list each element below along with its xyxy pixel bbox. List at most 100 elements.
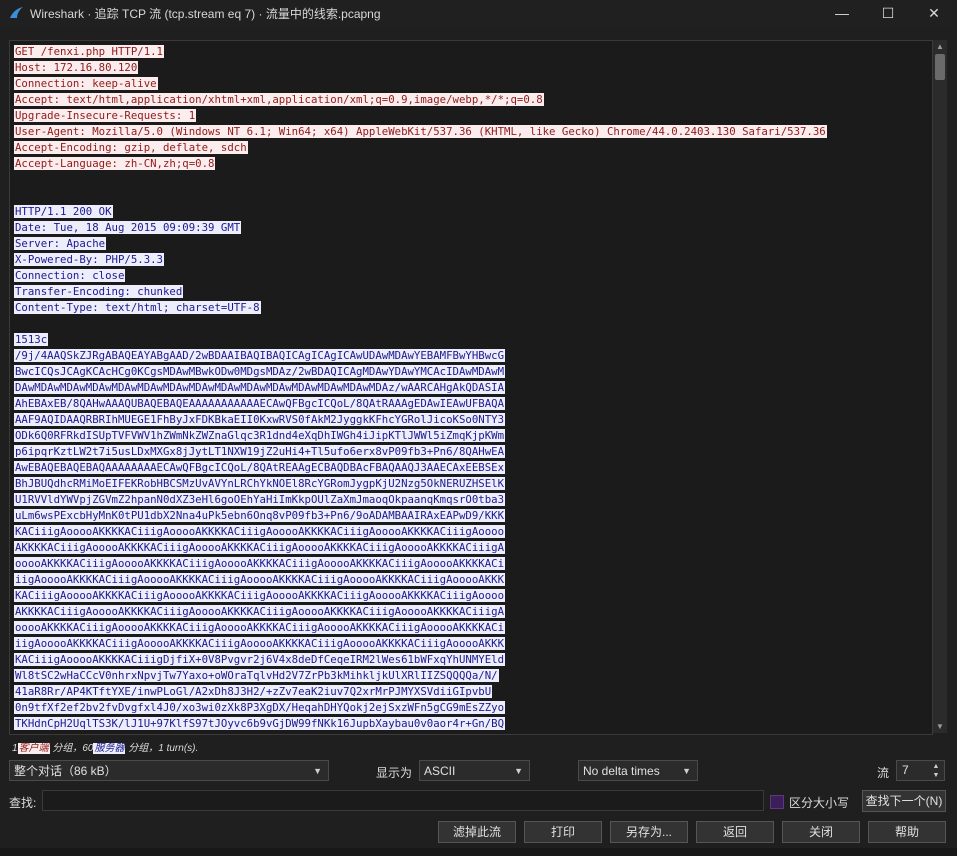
response-line: TKHdnCpH2UqlTS3K/lJ1U+97KlfS97tJOyvc6b9v…	[14, 716, 827, 732]
line-text: DAwMDAwMDAwMDAwMDAwMDAwMDAwMDAwMDAwMDAwM…	[14, 381, 506, 394]
line-text: uLm6wsPExcbHyMnK0tPU1dbX2Nna4uPk5ebn6Onq…	[14, 509, 506, 522]
request-line: Accept-Encoding: gzip, deflate, sdch	[14, 140, 827, 156]
delta-times-select[interactable]: No delta times ▼	[578, 760, 698, 781]
response-line: AKKKKACiiigAooooAKKKKACiiigAooooAKKKKACi…	[14, 540, 827, 556]
response-line: HTTP/1.1 200 OK	[14, 204, 827, 220]
response-line: AhEBAxEB/8QAHwAAAQUBAQEBAQEAAAAAAAAAAAEC…	[14, 396, 827, 412]
line-text: Content-Type: text/html; charset=UTF-8	[14, 301, 261, 314]
response-line: uLm6wsPExcbHyMnK0tPU1dbX2Nna4uPk5ebn6Onq…	[14, 508, 827, 524]
request-line: GET /fenxi.php HTTP/1.1	[14, 44, 827, 60]
response-line: AAF9AQIDAAQRBRIhMUEGE1FhByJxFDKBkaEII0Kx…	[14, 412, 827, 428]
status-suffix: 分组，1 turn(s).	[125, 743, 199, 754]
line-text: Connection: close	[14, 269, 126, 282]
case-sensitive-checkbox[interactable]	[770, 795, 784, 809]
spin-down-icon[interactable]: ▼	[930, 771, 942, 780]
spin-up-icon[interactable]: ▲	[930, 762, 942, 771]
scroll-thumb[interactable]	[935, 54, 945, 80]
response-line: Server: Apache	[14, 236, 827, 252]
chevron-down-icon: ▼	[682, 766, 691, 776]
stream-number-spinbox[interactable]: 7 ▲ ▼	[896, 760, 945, 781]
back-button[interactable]: 返回	[696, 821, 774, 843]
line-text: Accept-Encoding: gzip, deflate, sdch	[14, 141, 248, 154]
line-text: Connection: keep-alive	[14, 77, 158, 90]
response-line: U1RVVldYWVpjZGVmZ2hpanN0dXZ3eHl6goOEhYaH…	[14, 492, 827, 508]
close-icon: ✕	[928, 4, 940, 21]
line-text: 1513c	[14, 333, 49, 346]
line-text: ooooAKKKKACiiigAooooAKKKKACiiigAooooAKKK…	[14, 557, 506, 570]
line-text: 41aR8Rr/AP4KTftYXE/inwPLoGl/A2xDh8J3H2/+…	[14, 685, 493, 698]
stream-text-area[interactable]: GET /fenxi.php HTTP/1.1 Host: 172.16.80.1…	[9, 40, 933, 735]
request-line: Host: 172.16.80.120	[14, 60, 827, 76]
response-line: 1513c	[14, 332, 827, 348]
line-text: X-Powered-By: PHP/5.3.3	[14, 253, 164, 266]
line-text: p6ipqrKztLW2t7i5usLDxMXGx8jJytLT1NXW19jZ…	[14, 445, 506, 458]
conversation-select-value: 整个对话（86 kB）	[14, 764, 117, 778]
line-text: Date: Tue, 18 Aug 2015 09:09:39 GMT	[14, 221, 242, 234]
line-text: Wl8tSC2wHaCCcV0nhrxNpvjTw7Yaxo+oWOraTqlv…	[14, 669, 499, 682]
title-bar: Wireshark · 追踪 TCP 流 (tcp.stream eq 7) ·…	[0, 0, 957, 26]
line-text: AwEBAQEBAQEBAQAAAAAAAAECAwQFBgcICQoL/8QA…	[14, 461, 506, 474]
line-text: User-Agent: Mozilla/5.0 (Windows NT 6.1;…	[14, 125, 827, 138]
response-line: ooooAKKKKACiiigAooooAKKKKACiiigAooooAKKK…	[14, 620, 827, 636]
close-window-button[interactable]: ✕	[911, 0, 957, 26]
status-prefix: 1	[12, 743, 18, 754]
line-text: AAF9AQIDAAQRBRIhMUEGE1FhByJxFDKBkaEII0Kx…	[14, 413, 506, 426]
response-line: DAwMDAwMDAwMDAwMDAwMDAwMDAwMDAwMDAwMDAwM…	[14, 380, 827, 396]
maximize-button[interactable]: ☐	[865, 0, 911, 26]
find-next-button[interactable]: 查找下一个(N)	[862, 790, 946, 812]
line-text: U1RVVldYWVpjZGVmZ2hpanN0dXZ3eHl6goOEhYaH…	[14, 493, 506, 506]
response-line: KACiiigAooooAKKKKACiiigAooooAKKKKACiiigA…	[14, 524, 827, 540]
response-line: KACiiigAooooAKKKKACiiigAooooAKKKKACiiigA…	[14, 588, 827, 604]
line-text: Upgrade-Insecure-Requests: 1	[14, 109, 197, 122]
line-text: iigAooooAKKKKACiiigAooooAKKKKACiiigAoooo…	[14, 637, 506, 650]
chevron-down-icon: ▼	[313, 766, 322, 776]
find-label: 查找:	[9, 796, 37, 810]
line-text: Transfer-Encoding: chunked	[14, 285, 184, 298]
scroll-up-icon[interactable]: ▲	[933, 40, 947, 53]
request-line: Accept-Language: zh-CN,zh;q=0.8	[14, 156, 827, 172]
wireshark-fin-icon	[10, 7, 23, 18]
scroll-down-icon[interactable]: ▼	[933, 720, 947, 733]
line-text: Server: Apache	[14, 237, 107, 250]
status-server-tag: 服务器	[93, 743, 126, 754]
line-text: KACiiigAooooAKKKKACiiigAooooAKKKKACiiigA…	[14, 525, 506, 538]
line-text: ODk6Q0RFRkdISUpTVFVWV1hZWmNkZWZnaGlqc3R1…	[14, 429, 506, 442]
show-as-select[interactable]: ASCII ▼	[419, 760, 530, 781]
response-line: AwEBAQEBAQEBAQAAAAAAAAECAwQFBgcICQoL/8QA…	[14, 460, 827, 476]
filter-out-button[interactable]: 滤掉此流	[438, 821, 516, 843]
find-input[interactable]	[42, 790, 764, 811]
line-text: Host: 172.16.80.120	[14, 61, 139, 74]
status-mid: 分组，60	[49, 743, 94, 754]
vertical-scrollbar[interactable]: ▲ ▼	[932, 40, 947, 733]
help-button[interactable]: 帮助	[868, 821, 946, 843]
request-line: Connection: keep-alive	[14, 76, 827, 92]
minimize-button[interactable]: —	[819, 0, 865, 26]
stream-number-value: 7	[902, 763, 909, 777]
response-line: Content-Type: text/html; charset=UTF-8	[14, 300, 827, 316]
response-line: iigAooooAKKKKACiiigAooooAKKKKACiiigAoooo…	[14, 636, 827, 652]
window-title: Wireshark · 追踪 TCP 流 (tcp.stream eq 7) ·…	[30, 6, 381, 21]
case-sensitive-label: 区分大小写	[789, 796, 850, 810]
save-as-button[interactable]: 另存为...	[610, 821, 688, 843]
close-button[interactable]: 关闭	[782, 821, 860, 843]
response-line: p6ipqrKztLW2t7i5usLDxMXGx8jJytLT1NXW19jZ…	[14, 444, 827, 460]
request-line: Upgrade-Insecure-Requests: 1	[14, 108, 827, 124]
line-text: BwcICQsJCAgKCAcHCg0KCgsMDAwMBwkODw0MDgsM…	[14, 365, 506, 378]
show-as-label: 显示为	[376, 766, 413, 780]
response-line: Transfer-Encoding: chunked	[14, 284, 827, 300]
line-text: iigAooooAKKKKACiiigAooooAKKKKACiiigAoooo…	[14, 573, 506, 586]
line-text: 0n9tfXf2ef2bv2fvDvgfxl4J0/xo3wi0zXk8P3Xg…	[14, 701, 506, 714]
chevron-down-icon: ▼	[514, 766, 523, 776]
conversation-select[interactable]: 整个对话（86 kB） ▼	[9, 760, 329, 781]
response-line: Date: Tue, 18 Aug 2015 09:09:39 GMT	[14, 220, 827, 236]
response-line: ODk6Q0RFRkdISUpTVFVWV1hZWmNkZWZnaGlqc3R1…	[14, 428, 827, 444]
line-text: AKKKKACiiigAooooAKKKKACiiigAooooAKKKKACi…	[14, 605, 506, 618]
stream-lines: GET /fenxi.php HTTP/1.1 Host: 172.16.80.1…	[14, 44, 827, 732]
delta-times-select-value: No delta times	[583, 764, 660, 778]
print-button[interactable]: 打印	[524, 821, 602, 843]
response-line: BhJBUQdhcRMiMoEIFEKRobHBCSMzUvAVYnLRChYk…	[14, 476, 827, 492]
stream-status: 1客户端 分组，60服务器 分组，1 turn(s).	[12, 739, 198, 754]
line-text: AhEBAxEB/8QAHwAAAQUBAQEBAQEAAAAAAAAAAAEC…	[14, 397, 506, 410]
